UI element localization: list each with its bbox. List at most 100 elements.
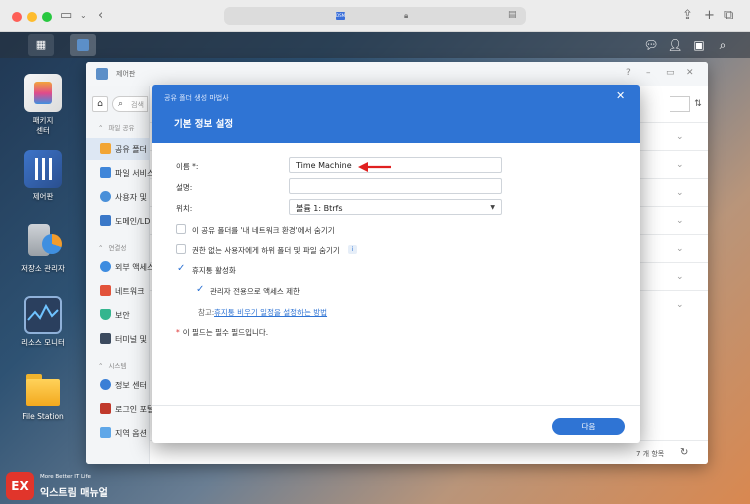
terminal-icon	[100, 333, 111, 344]
package-center-icon	[24, 74, 62, 112]
desktop-label: 리소스 모니터	[21, 338, 65, 347]
zoom-window-icon[interactable]	[42, 12, 52, 22]
create-shared-folder-wizard: 공유 폴더 생성 마법사 ✕ 기본 정보 설정 이름 *: Time Machi…	[152, 85, 640, 443]
window-titlebar[interactable]: 제어판 ? – ▭ ✕	[86, 62, 708, 86]
desktop-icon-storage-manager[interactable]: 저장소 관리자	[18, 222, 68, 274]
sidebar-item-terminal[interactable]: 터미널 및	[86, 328, 150, 350]
address-bar[interactable]: DSM 🔒︎ ▤	[224, 7, 526, 25]
help-icon[interactable]: ?	[626, 68, 631, 78]
new-tab-icon[interactable]: +	[704, 8, 715, 23]
desktop-label: 저장소 관리자	[21, 264, 65, 273]
description-field[interactable]	[289, 178, 502, 194]
storage-manager-icon	[24, 222, 62, 260]
window-title: 제어판	[116, 70, 136, 78]
item-count: 7 개 항목	[636, 450, 665, 458]
chevron-down-icon[interactable]: ⌄	[676, 216, 684, 226]
back-icon[interactable]: ‹	[98, 8, 103, 23]
share-icon[interactable]: ⇪	[682, 8, 693, 23]
chevron-down-icon[interactable]: ⌄	[676, 244, 684, 254]
main-menu-icon[interactable]: ▦	[28, 34, 54, 56]
section-header[interactable]: ⌃ 시스템	[98, 360, 126, 370]
dsm-taskbar: ▦ 💬︎ 👤︎ ▣ ⌕	[0, 32, 750, 58]
chevron-down-icon[interactable]: ⌄	[676, 160, 684, 170]
hide-subfolders-checkbox[interactable]	[176, 244, 186, 254]
sidebar-item-domain[interactable]: 도메인/LD	[86, 210, 150, 232]
search-input[interactable]: ⌕ 검색	[112, 96, 148, 112]
wizard-window-title: 공유 폴더 생성 마법사	[164, 94, 229, 102]
checkbox-label: 휴지통 활성화	[192, 266, 236, 275]
checkbox-label: 관리자 전용으로 액세스 제한	[210, 287, 300, 296]
folder-icon	[100, 143, 111, 154]
sidebar-item-file-services[interactable]: 파일 서비스	[86, 162, 154, 184]
main-search-field[interactable]	[670, 96, 690, 112]
section-header[interactable]: ⌃ 연결성	[98, 242, 126, 252]
refresh-icon[interactable]: ↻	[680, 447, 688, 458]
minimize-window-icon[interactable]	[27, 12, 37, 22]
required-star: *	[176, 328, 180, 337]
desktop-icon-control-panel[interactable]: 제어판	[18, 150, 68, 202]
control-panel-icon	[24, 150, 62, 188]
hide-network-checkbox[interactable]	[176, 224, 186, 234]
maximize-icon[interactable]: ▭	[666, 68, 675, 78]
checkbox-label: 이 공유 폴더를 '내 네트워크 환경'에서 숨기기	[192, 226, 335, 235]
network-icon	[100, 285, 111, 296]
search-icon: ⌕	[118, 99, 124, 109]
close-icon[interactable]: ✕	[616, 89, 625, 102]
widgets-icon[interactable]: ▣	[688, 34, 710, 56]
desktop-icon-package-center[interactable]: 패키지 센터	[18, 74, 68, 136]
chevron-down-icon[interactable]: ⌄	[676, 132, 684, 142]
search-icon[interactable]: ⌕	[712, 34, 734, 56]
user-icon[interactable]: 👤︎	[664, 34, 686, 56]
browser-toolbar: ▭ ⌄ ‹ DSM 🔒︎ ▤ ⇪ + ⧉	[0, 0, 750, 32]
domain-icon	[100, 215, 111, 226]
sidebar-item-users[interactable]: 사용자 및	[86, 186, 150, 208]
close-window-icon[interactable]	[12, 12, 22, 22]
sidebar-item-info-center[interactable]: 정보 센터	[86, 374, 150, 396]
sidebar-item-external-access[interactable]: 외부 액세스	[86, 256, 154, 278]
location-select[interactable]: 볼륨 1: Btrfs ▼	[289, 199, 502, 215]
info-icon[interactable]: i	[348, 245, 357, 254]
sort-icon[interactable]: ⇅	[690, 96, 706, 112]
reader-icon[interactable]: ▤	[508, 10, 517, 20]
note-prefix: 참고:	[198, 308, 215, 317]
section-header[interactable]: ⌃ 파일 공유	[98, 122, 134, 132]
recycle-bin-checkbox[interactable]: ✓	[177, 263, 185, 274]
location-value: 볼륨 1: Btrfs	[296, 204, 343, 213]
name-label: 이름 *:	[176, 162, 199, 171]
location-label: 위치:	[176, 204, 193, 213]
description-label: 설명:	[176, 183, 193, 192]
chevron-down-icon[interactable]: ⌄	[676, 300, 684, 310]
recycle-bin-schedule-link[interactable]: 휴지통 비우기 일정을 설정하는 방법	[214, 307, 327, 318]
resource-monitor-icon	[24, 296, 62, 334]
sidebar-item-network[interactable]: 네트워크	[86, 280, 150, 302]
chevron-down-icon[interactable]: ⌄	[676, 272, 684, 282]
sidebar-item-shared-folder[interactable]: 공유 폴더	[86, 138, 150, 160]
minimize-icon[interactable]: –	[646, 68, 651, 78]
sidebar-item-security[interactable]: 보안	[86, 304, 150, 326]
login-portal-icon	[100, 403, 111, 414]
info-icon	[100, 379, 111, 390]
chevron-down-icon[interactable]: ⌄	[676, 188, 684, 198]
chat-icon[interactable]: 💬︎	[640, 34, 662, 56]
control-panel-icon	[96, 68, 108, 80]
name-field[interactable]: Time Machine	[289, 157, 502, 173]
watermark-title: 익스트림 매뉴얼	[40, 488, 108, 499]
control-panel-task-button[interactable]	[70, 34, 96, 56]
chevron-down-icon[interactable]: ⌄	[80, 11, 87, 20]
watermark-tagline: More Better IT Life	[40, 474, 91, 480]
chevron-up-icon: ⌃	[98, 244, 104, 252]
admin-only-checkbox[interactable]: ✓	[196, 284, 204, 295]
desktop-icon-file-station[interactable]: File Station	[18, 370, 68, 422]
sidebar-item-regional-options[interactable]: 지역 옵션	[86, 422, 150, 444]
home-icon[interactable]: ⌂	[92, 96, 108, 112]
site-favicon: DSM	[336, 12, 346, 20]
control-panel-icon	[77, 39, 89, 51]
search-placeholder: 검색	[131, 101, 144, 109]
next-button[interactable]: 다음	[552, 418, 625, 435]
desktop-icon-resource-monitor[interactable]: 리소스 모니터	[18, 296, 68, 348]
sidebar-item-login-portal[interactable]: 로그인 포털	[86, 398, 154, 420]
close-icon[interactable]: ✕	[686, 68, 694, 78]
window-footer: 7 개 항목 ↻	[150, 440, 708, 464]
sidebar-toggle-icon[interactable]: ▭	[60, 8, 72, 23]
tab-overview-icon[interactable]: ⧉	[724, 8, 733, 23]
